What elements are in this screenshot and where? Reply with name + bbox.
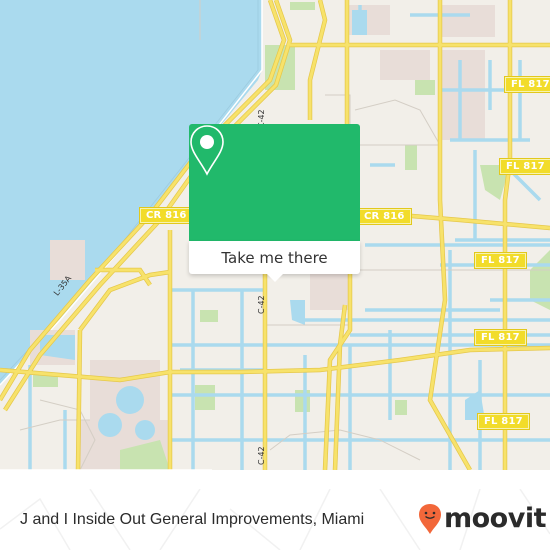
- footer-bar: J and I Inside Out General Improvements,…: [0, 489, 550, 550]
- route-shield-fl817: FL 817: [500, 159, 550, 174]
- location-popup: Take me there: [189, 124, 360, 282]
- map-pin-icon: [190, 125, 224, 176]
- place-name: J and I Inside Out General Improvements,…: [20, 511, 365, 528]
- popup-header: [189, 124, 360, 241]
- route-shield-cr816: CR 816: [140, 208, 193, 223]
- moovit-wordmark: moovit: [444, 503, 547, 534]
- road-label-c42: C-42: [257, 295, 266, 314]
- road-label-c42: C-42: [257, 446, 266, 465]
- route-shield-fl817: FL 817: [478, 414, 529, 429]
- map-view[interactable]: FL 817 FL 817 CR 816 CR 816 FL 817 FL 81…: [0, 0, 550, 470]
- take-me-there-button[interactable]: Take me there: [189, 241, 360, 274]
- route-shield-fl817: FL 817: [475, 330, 526, 345]
- moovit-logo[interactable]: moovit: [418, 503, 547, 535]
- route-shield-fl817: FL 817: [505, 77, 550, 92]
- moovit-pin-icon: [419, 504, 441, 534]
- popup-pointer: [266, 273, 284, 282]
- route-shield-fl817: FL 817: [475, 253, 526, 268]
- map-attribution[interactable]: © OpenStreetMap contributors: [0, 469, 212, 470]
- route-shield-cr816: CR 816: [358, 209, 411, 224]
